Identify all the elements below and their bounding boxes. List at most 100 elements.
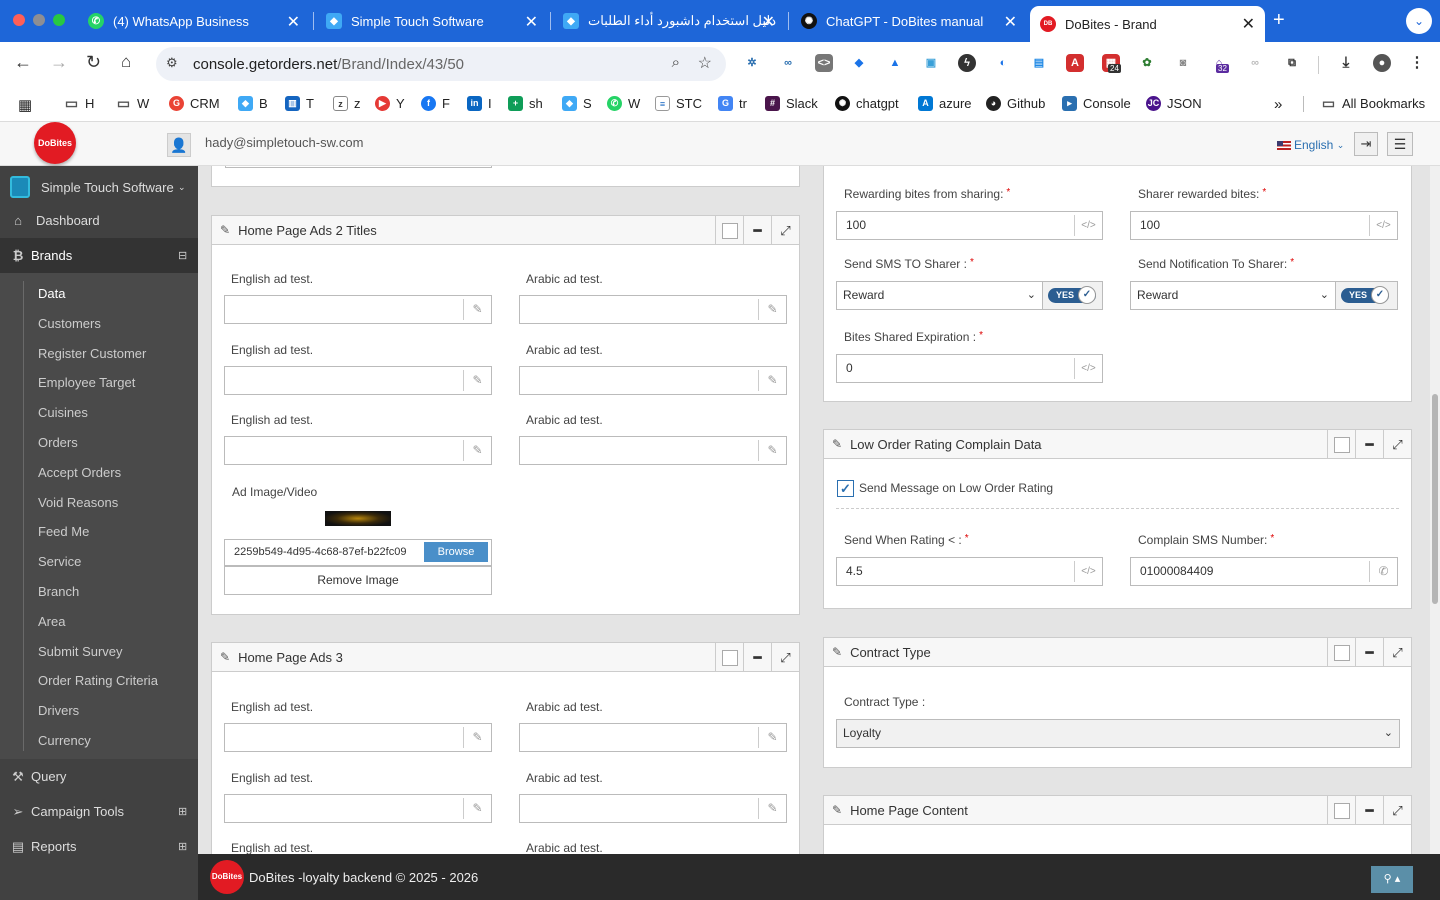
site-info-icon[interactable]: ⚙ [166,55,178,71]
sidebar-item-dashboard[interactable]: ⌂ Dashboard [0,203,198,238]
bookmark[interactable]: Gtr [718,96,747,111]
zoom-search-icon[interactable]: ⌕ [672,54,680,71]
bookmark[interactable]: in I [467,96,492,111]
extension-pdf-icon[interactable]: A [1066,54,1084,72]
minimize-icon[interactable]: ━ [1355,430,1383,459]
apps-grid-icon[interactable]: ▦ [18,96,32,114]
close-window-button[interactable] [13,14,25,26]
extensions-menu-icon[interactable]: ⧉ [1283,54,1301,72]
sidebar-item-branch[interactable]: Branch [38,584,79,599]
extension-camera-icon[interactable]: ◙ [1174,54,1192,72]
browser-tab-arabic-guide[interactable]: ◆ دليل استخدام داشبورد أداء الطلبات ✕ [553,6,785,36]
send-notification-sharer-select[interactable]: Reward ⌄ [1130,281,1336,310]
sidebar-item-register-customer[interactable]: Register Customer [38,346,146,361]
maximize-window-button[interactable] [53,14,65,26]
bookmark[interactable]: + sh [508,96,543,111]
minimize-icon[interactable]: ━ [1355,796,1383,825]
bookmark-folder[interactable]: ▭ H [64,96,95,112]
minimize-window-button[interactable] [33,14,45,26]
address-bar[interactable]: ⚙ console.getorders.net/Brand/Index/43/5… [156,47,726,81]
arabic-ad-input[interactable]: ✎ [519,295,787,324]
arabic-ad-input[interactable]: ✎ [519,723,787,752]
extension-drive-icon[interactable]: ▲ [886,54,904,72]
sidebar-item-brands[interactable]: ₿ Brands ⊟ [0,238,198,273]
rewarding-bites-input[interactable]: 100 </> [836,211,1103,240]
sidebar-item-currency[interactable]: Currency [38,733,91,748]
sidebar-item-reports[interactable]: ▤ Reports ⊞ [0,829,198,864]
scrollbar-thumb[interactable] [1432,394,1438,604]
profile-avatar-icon[interactable]: ● [1373,54,1391,72]
fullscreen-icon[interactable]: ⤢ [1383,430,1411,459]
sharer-rewarded-input[interactable]: 100 </> [1130,211,1398,240]
sidebar-item-data[interactable]: Data [38,286,65,301]
sidebar-item-accept-orders[interactable]: Accept Orders [38,465,121,480]
extension-code-icon[interactable]: <> [815,54,833,72]
extension-screen-icon[interactable]: ▤ [1030,54,1048,72]
dobites-logo[interactable]: DoBites [34,122,76,164]
extension-trello-icon[interactable]: ✿ [1138,54,1156,72]
sidebar-item-drivers[interactable]: Drivers [38,703,79,718]
english-ad-input[interactable]: ✎ [224,793,492,823]
expand-icon[interactable]: ⊞ [178,805,187,818]
close-tab-icon[interactable]: ✕ [525,12,538,32]
sidebar-item-service[interactable]: Service [38,554,81,569]
bookmark[interactable]: ✆ W [607,96,640,111]
sidebar-item-feed-me[interactable]: Feed Me [38,524,89,539]
bites-shared-expiration-input[interactable]: 0 </> [836,354,1103,383]
panel-select-checkbox[interactable] [715,216,743,245]
forward-icon[interactable]: → [50,52,68,73]
home-icon[interactable]: ⌂ [121,52,131,72]
bookmark[interactable]: # Slack [765,96,818,111]
bookmark[interactable]: ◕ Github [986,96,1045,111]
logout-icon[interactable]: ⇥ [1354,132,1378,156]
page-scrollbar[interactable] [1430,166,1440,854]
minimize-icon[interactable]: ━ [743,216,771,245]
send-sms-sharer-select[interactable]: Reward ⌄ [836,281,1043,310]
panel-select-checkbox[interactable] [715,643,743,672]
sidebar-item-customers[interactable]: Customers [38,316,101,331]
bookmark[interactable]: ✺ chatgpt [835,96,899,111]
sidebar-item-campaign-tools[interactable]: ➢ Campaign Tools ⊞ [0,794,198,829]
close-tab-icon[interactable]: ✕ [1004,12,1017,32]
close-tab-icon[interactable]: ✕ [762,12,775,32]
sidebar-item-order-rating-criteria[interactable]: Order Rating Criteria [38,673,158,688]
extension-chain-icon[interactable]: ∞ [1246,54,1264,72]
expand-icon[interactable]: ⊞ [178,840,187,853]
sidebar-item-query[interactable]: ⚒ Query [0,759,198,794]
browser-tab-whatsapp[interactable]: ✆ (4) WhatsApp Business ✕ [78,6,310,36]
reload-icon[interactable]: ↻ [86,52,101,73]
english-ad-input[interactable]: ✎ [224,723,492,752]
arabic-ad-input[interactable]: ✎ [519,793,787,823]
more-bookmarks-icon[interactable]: » [1274,96,1282,113]
extension-link-icon[interactable]: ∞ [779,54,797,72]
fullscreen-icon[interactable]: ⤢ [1383,638,1411,667]
close-tab-icon[interactable]: ✕ [287,12,300,32]
tab-search-icon[interactable]: ⌄ [1406,8,1432,34]
company-selector[interactable]: Simple Touch Software ⌄ [0,170,198,204]
menu-toggle-icon[interactable]: ☰ [1387,132,1413,156]
extension-puzzle-icon[interactable]: ✲ [743,54,761,72]
downloads-icon[interactable]: ⤓ [1337,54,1355,72]
collapse-icon[interactable]: ⊟ [178,249,187,262]
panel-select-checkbox[interactable] [1327,430,1355,459]
minimize-icon[interactable]: ━ [1355,638,1383,667]
bookmark[interactable]: Aazure [918,96,972,111]
bookmark[interactable]: ▸ Console [1062,96,1131,111]
complain-sms-number-input[interactable]: 01000084409 ✆ [1130,557,1398,586]
extension-edge-icon[interactable]: ◐ [994,54,1012,72]
sidebar-item-submit-survey[interactable]: Submit Survey [38,644,123,659]
new-tab-icon[interactable]: + [1273,9,1285,32]
send-notification-sharer-toggle[interactable]: YES ✓ [1335,281,1398,310]
sidebar-item-area[interactable]: Area [38,614,65,629]
english-ad-input[interactable]: ✎ [224,365,492,395]
bookmark[interactable]: JC JSON [1146,96,1202,111]
bookmark[interactable]: ▥ T [285,96,314,111]
panel-select-checkbox[interactable] [1327,796,1355,825]
ad-image-file-input[interactable]: 2259b549-4d95-4c68-87ef-b22fc09 Browse [224,539,492,566]
fullscreen-icon[interactable]: ⤢ [771,216,799,245]
arabic-ad-input[interactable]: ✎ [519,365,787,395]
bookmark[interactable]: fF [421,96,450,111]
extension-bolt-icon[interactable]: ϟ [958,54,976,72]
browser-tab-simple-touch[interactable]: ◆ Simple Touch Software ✕ [316,6,548,36]
browser-tab-chatgpt[interactable]: ✺ ChatGPT - DoBites manual ✕ [791,6,1027,36]
